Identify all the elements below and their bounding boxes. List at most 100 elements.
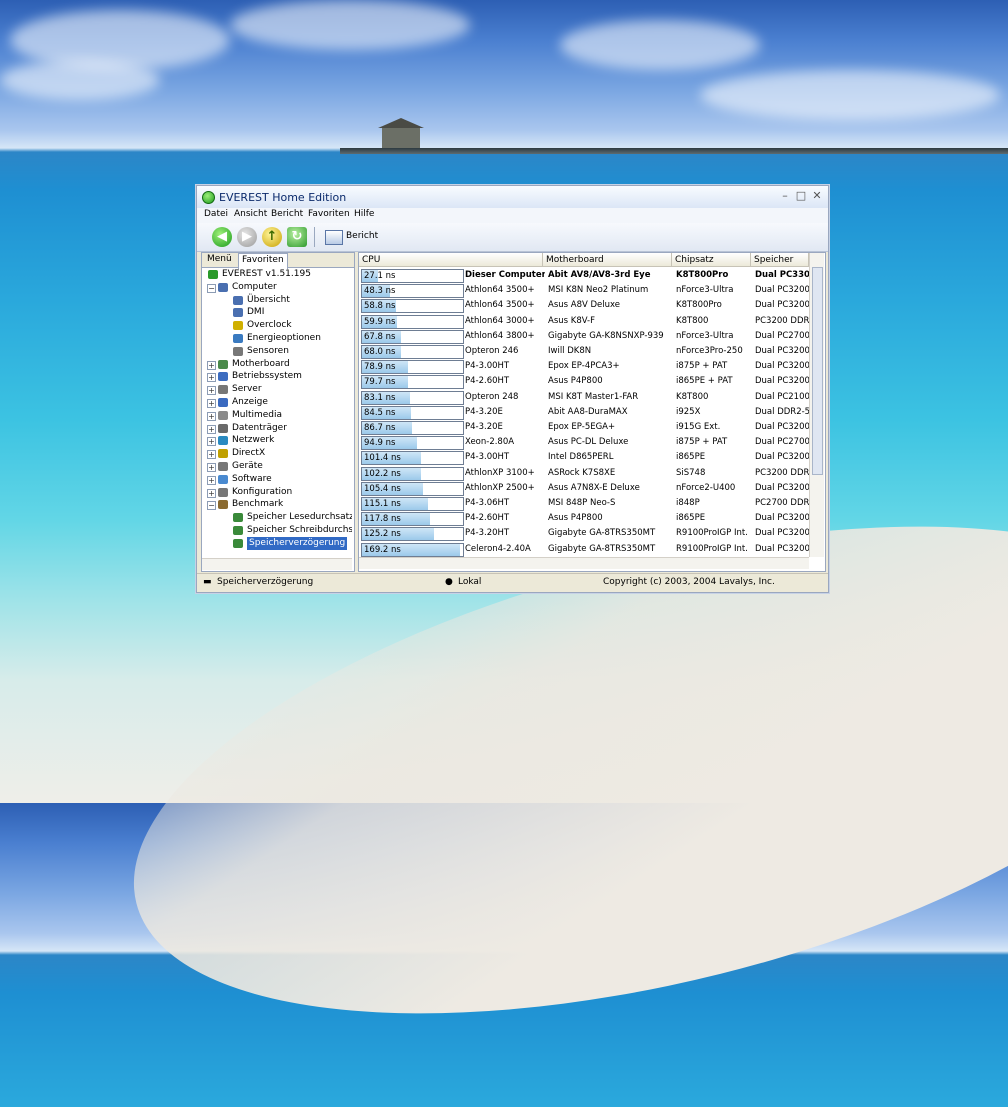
menu-bericht[interactable]: Bericht (271, 209, 303, 219)
table-row[interactable]: 115.1 ns P4-3.06HT MSI 848P Neo-S i848P PC27… (359, 496, 809, 511)
expand-icon[interactable]: + (207, 437, 216, 447)
table-row[interactable]: 67.8 ns Athlon64 3800+ Gigabyte GA-K8NSNXP… (359, 329, 809, 344)
tree-item[interactable]: − Computer (202, 281, 352, 294)
table-row[interactable]: 169.2 ns Celeron4-2.40A Gigabyte GA-8TRS35… (359, 542, 809, 557)
tree-horizontal-scrollbar[interactable] (202, 558, 352, 570)
cloud (10, 10, 230, 70)
forward-arrow-icon[interactable]: ▶ (237, 227, 257, 247)
tree-item-label: Übersicht (247, 294, 290, 305)
column-header-speicher[interactable]: Speicher (751, 253, 809, 267)
cpu-cell: Athlon64 3800+ (465, 330, 535, 341)
table-row[interactable]: 125.2 ns P4-3.20HT Gigabyte GA-8TRS350MT R9… (359, 526, 809, 542)
tree-item[interactable]: + DirectX (202, 447, 352, 460)
table-row[interactable]: 83.1 ns Opteron 248 MSI K8T Master1-FAR K8T… (359, 390, 809, 405)
cpu-cell: P4-3.00HT (465, 361, 510, 372)
tree-item-label: Anzeige (232, 397, 268, 407)
table-row[interactable]: 78.9 ns P4-3.00HT Epox EP-4PCA3+ i875P + PA… (359, 359, 809, 375)
tab-menu[interactable]: Menü (204, 253, 235, 268)
tree-item-label: DMI (247, 307, 265, 318)
expand-icon[interactable]: + (207, 360, 216, 370)
expand-icon[interactable]: + (207, 399, 216, 408)
menu-datei[interactable]: Datei (204, 209, 228, 219)
tree-item[interactable]: − Benchmark (202, 498, 352, 511)
tree-item[interactable]: + Netzwerk (202, 434, 352, 447)
table-row[interactable]: 102.2 ns AthlonXP 3100+ ASRock K7S8XE SiS74… (359, 466, 809, 481)
expand-icon[interactable]: + (207, 424, 216, 434)
cpu-cell: P4-3.20E (465, 422, 503, 432)
expand-icon[interactable]: + (207, 450, 216, 460)
tree-item[interactable]: EVEREST v1.51.195 (202, 268, 352, 281)
expand-icon[interactable]: + (207, 386, 216, 396)
tree-item[interactable]: Overclock (202, 319, 352, 332)
chipset-cell: SiS748 (676, 467, 706, 478)
tree-item[interactable]: + Server (202, 383, 352, 396)
table-row[interactable]: 48.3 ns Athlon64 3500+ MSI K8N Neo2 Platin… (359, 283, 809, 299)
title-bar[interactable]: EVEREST Home Edition – □ ✕ (197, 186, 828, 208)
tree-item[interactable]: + Konfiguration (202, 486, 352, 499)
menu-hilfe[interactable]: Hilfe (354, 209, 374, 219)
tree-item[interactable]: + Datenträger (202, 422, 352, 435)
tree-item[interactable]: + Motherboard (202, 358, 352, 371)
tree-item[interactable]: + Anzeige (202, 396, 352, 409)
table-row[interactable]: 68.0 ns Opteron 246 Iwill DK8N nForce3Pro-2… (359, 344, 809, 359)
table-row[interactable]: 58.8 ns Athlon64 3500+ Asus A8V Deluxe K8T8… (359, 298, 809, 314)
latency-bar: 169.2 ns (361, 542, 464, 557)
table-row[interactable]: 117.8 ns P4-2.60HT Asus P4P800 i865PE Dual P… (359, 511, 809, 527)
tree-item[interactable]: Sensoren (202, 345, 352, 358)
minimize-button[interactable]: – (779, 190, 791, 202)
column-header-chipsatz[interactable]: Chipsatz (672, 253, 751, 267)
chipset-cell: i925X (676, 406, 701, 417)
computer-icon (233, 308, 243, 318)
refresh-icon[interactable]: ↻ (287, 227, 307, 247)
expand-icon[interactable]: + (207, 373, 216, 383)
scrollbar-thumb[interactable] (812, 267, 823, 475)
table-row[interactable]: 84.5 ns P4-3.20E Abit AA8-DuraMAX i925X Dual… (359, 405, 809, 420)
tab-favoriten[interactable]: Favoriten (238, 253, 288, 269)
motherboard-cell: Abit AA8-DuraMAX (548, 406, 628, 417)
chipset-cell: i915G Ext. (676, 422, 721, 432)
menu-favoriten[interactable]: Favoriten (308, 209, 350, 219)
pier-hut (378, 118, 424, 150)
table-row[interactable]: 101.4 ns P4-3.00HT Intel D865PERL i865PE Dua… (359, 450, 809, 466)
table-row[interactable]: 79.7 ns P4-2.60HT Asus P4P800 i865PE + PAT D… (359, 374, 809, 390)
table-row[interactable]: 59.9 ns Athlon64 3000+ Asus K8V-F K8T800 PC3… (359, 314, 809, 329)
tree-item[interactable]: Übersicht (202, 294, 352, 307)
tree-item[interactable]: Speicher Lesedurchsatz (202, 511, 352, 524)
tree-item[interactable]: DMI (202, 306, 352, 319)
tree-item[interactable]: + Geräte (202, 460, 352, 473)
tree-item[interactable]: + Software (202, 473, 352, 486)
display-icon (218, 398, 228, 407)
tree-item[interactable]: + Betriebssystem (202, 370, 352, 383)
motherboard-cell: MSI K8N Neo2 Platinum (548, 285, 649, 296)
tree-item[interactable]: + Multimedia (202, 409, 352, 422)
maximize-button[interactable]: □ (795, 190, 807, 202)
tree-item[interactable]: Energieoptionen (202, 332, 352, 345)
table-row[interactable]: 86.7 ns P4-3.20E Epox EP-5EGA+ i915G Ext. Du… (359, 420, 809, 435)
up-folder-icon[interactable]: ↑ (262, 227, 282, 247)
table-row[interactable]: 105.4 ns AthlonXP 2500+ Asus A7N8X-E Delux… (359, 481, 809, 496)
expand-icon[interactable]: + (207, 488, 216, 498)
results-vertical-scrollbar[interactable] (809, 253, 824, 557)
table-row[interactable]: 27.1 ns Dieser Computer Abit AV8/AV8-3rd E… (359, 268, 809, 283)
column-header-cpu[interactable]: CPU (359, 253, 543, 267)
table-row[interactable]: 94.9 ns Xeon-2.80A Asus PC-DL Deluxe i875P … (359, 435, 809, 451)
column-header-motherboard[interactable]: Motherboard (543, 253, 672, 267)
latency-bar: 59.9 ns (361, 314, 464, 329)
navigation-pane: Menü Favoriten EVEREST v1.51.195− Compute… (201, 252, 355, 572)
close-button[interactable]: ✕ (811, 190, 823, 202)
memory-cell: Dual PC3200 D (755, 543, 809, 554)
tree-item[interactable]: Speicherverzögerung (202, 536, 352, 550)
memory-cell: Dual PC2700 D (755, 330, 809, 341)
collapse-icon[interactable]: − (207, 283, 216, 293)
back-arrow-icon[interactable]: ◀ (212, 227, 232, 247)
results-horizontal-scrollbar[interactable] (359, 557, 809, 569)
chipset-cell: K8T800 (676, 391, 709, 402)
memory-cell: Dual PC3200 D (755, 300, 809, 311)
tree-item[interactable]: Speicher Schreibdurchsat (202, 524, 352, 537)
collapse-icon[interactable]: − (207, 501, 216, 511)
nav-tabs: Menü Favoriten (202, 253, 354, 269)
expand-icon[interactable]: + (207, 463, 216, 472)
expand-icon[interactable]: + (207, 411, 216, 421)
menu-ansicht[interactable]: Ansicht (234, 209, 267, 219)
expand-icon[interactable]: + (207, 475, 216, 485)
